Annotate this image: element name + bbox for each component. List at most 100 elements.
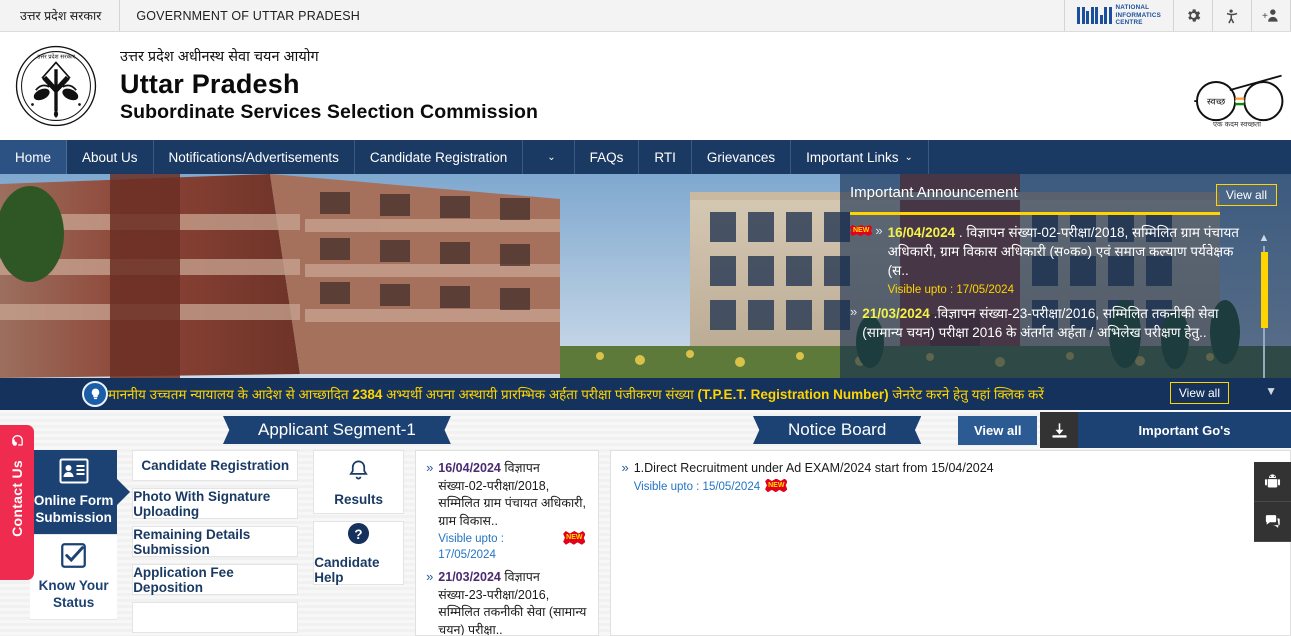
- notice-item[interactable]: » 16/04/2024 विज्ञापन संख्या-02-परीक्षा/…: [426, 460, 588, 563]
- up-government-emblem-icon: उत्तर प्रदेश सरकार: [14, 44, 98, 128]
- important-gos-title: Important Go's: [1078, 412, 1291, 448]
- announcement-item[interactable]: NEW » 16/04/2024 . विज्ञापन संख्या-02-पर…: [850, 223, 1251, 299]
- new-badge-icon: NEW: [850, 225, 873, 236]
- ticker-scroll-down-icon[interactable]: ▼: [1265, 384, 1277, 398]
- header-titles: उत्तर प्रदेश अधीनस्थ सेवा चयन आयोग Uttar…: [120, 46, 538, 125]
- contact-us-tab[interactable]: Contact Us: [0, 425, 34, 580]
- candidate-help-label: Candidate Help: [314, 554, 380, 585]
- bulb-icon: [82, 381, 108, 407]
- results-tile[interactable]: Results: [313, 450, 405, 514]
- nav-item-rti[interactable]: RTI: [639, 140, 692, 174]
- announcement-header: Important Announcement View all: [850, 184, 1277, 206]
- results-column: Results ? Candidate Help: [313, 450, 405, 636]
- ticker-mid: अभ्यर्थी अपना अस्थायी प्रारम्भिक अर्हता …: [382, 387, 698, 402]
- topbar-left-group: उत्तर प्रदेश सरकार GOVERNMENT OF UTTAR P…: [0, 0, 376, 31]
- headset-icon: [9, 433, 26, 454]
- nav-label: FAQs: [589, 149, 624, 165]
- check-box-icon: [60, 542, 87, 574]
- new-badge-icon: NEW: [765, 478, 788, 493]
- announcement-underline: [850, 212, 1220, 215]
- nav-item-faqs[interactable]: FAQs: [575, 140, 640, 174]
- announcement-list: NEW » 16/04/2024 . विज्ञापन संख्या-02-पर…: [850, 223, 1277, 378]
- announcement-view-all-button[interactable]: View all: [1215, 184, 1277, 206]
- page-title: Uttar Pradesh: [120, 69, 300, 100]
- segment-item-know-your-status[interactable]: Know Your Status: [30, 535, 118, 620]
- id-card-icon: [59, 458, 89, 489]
- news-ticker-bar: माननीय उच्चतम न्यायालय के आदेश से आच्छाद…: [0, 378, 1291, 410]
- nic-line-2: INFORMATICS: [1115, 11, 1161, 19]
- nav-label: Grievances: [706, 149, 776, 165]
- ticker-view-all-button[interactable]: View all: [1169, 382, 1229, 404]
- nav-item-important-links[interactable]: Important Links ⌄: [791, 140, 929, 174]
- segment-item-online-form-submission[interactable]: Online Form Submission: [30, 450, 118, 535]
- gov-name-english: GOVERNMENT OF UTTAR PRADESH: [136, 8, 361, 23]
- gov-name-hindi: उत्तर प्रदेश सरकार: [0, 0, 121, 31]
- accessibility-icon[interactable]: [1213, 0, 1252, 31]
- bell-icon: [347, 458, 370, 487]
- notice-item[interactable]: » 21/03/2024 विज्ञापन संख्या-23-परीक्षा/…: [426, 569, 588, 635]
- nav-label: RTI: [654, 149, 676, 165]
- gear-icon[interactable]: [1174, 0, 1213, 31]
- segment-label: Online Form Submission: [33, 492, 114, 525]
- topbar-right-group: NATIONAL INFORMATICS CENTRE +: [1064, 0, 1291, 31]
- nav-item-notifications[interactable]: Notifications/Advertisements: [154, 140, 355, 174]
- nav-item-dropdown-toggle[interactable]: ⌄: [523, 140, 575, 174]
- notice-visible-upto: Visible upto : 17/05/2024: [438, 533, 504, 562]
- nic-logo[interactable]: NATIONAL INFORMATICS CENTRE: [1064, 0, 1174, 31]
- scrollbar-thumb[interactable]: [1260, 252, 1268, 328]
- main-navigation: Home About Us Notifications/Advertisemen…: [0, 140, 1291, 174]
- nav-item-grievances[interactable]: Grievances: [692, 140, 792, 174]
- double-chevron-icon: »: [426, 569, 434, 585]
- results-label: Results: [334, 491, 384, 507]
- applicant-segment-menu: Online Form Submission Know Your Status: [30, 450, 118, 636]
- segment-label: Know Your Status: [38, 578, 109, 610]
- new-badge-icon: NEW: [563, 531, 586, 545]
- ticker-english: (T.P.E.T. Registration Number): [697, 387, 889, 402]
- double-chevron-icon: »: [621, 460, 629, 475]
- svg-text:+: +: [1262, 11, 1268, 22]
- go-text: 1.Direct Recruitment under Ad EXAM/2024 …: [633, 461, 994, 475]
- main-content: Applicant Segment-1 Notice Board View al…: [0, 410, 1291, 636]
- go-item[interactable]: » 1.Direct Recruitment under Ad EXAM/202…: [621, 460, 1280, 495]
- chevron-down-icon: ⌄: [904, 151, 913, 163]
- announcement-item[interactable]: » 21/03/2024 .विज्ञापन संख्या-23-परीक्षा…: [850, 304, 1251, 342]
- link-photo-signature-uploading[interactable]: Photo With Signature Uploading: [132, 488, 299, 519]
- government-topbar: उत्तर प्रदेश सरकार GOVERNMENT OF UTTAR P…: [0, 0, 1291, 32]
- ticker-post: जेनरेट करने हेतु यहां क्लिक करें: [888, 387, 1044, 402]
- chevron-down-icon: ⌄: [547, 151, 556, 163]
- link-remaining-details-submission[interactable]: Remaining Details Submission: [132, 526, 299, 557]
- chat-icon[interactable]: [1254, 502, 1291, 542]
- nav-label: Notifications/Advertisements: [168, 149, 339, 165]
- android-icon[interactable]: [1254, 462, 1291, 502]
- announcement-visible-upto: Visible upto : 17/05/2024: [887, 284, 1014, 297]
- svg-text:?: ?: [355, 526, 363, 541]
- notice-date: 16/04/2024: [438, 461, 501, 475]
- ticker-count: 2384: [352, 387, 383, 402]
- notice-board-panel: » 16/04/2024 विज्ञापन संख्या-02-परीक्षा/…: [415, 450, 600, 636]
- download-icon[interactable]: [1040, 412, 1078, 448]
- announcement-title: Important Announcement: [850, 184, 1018, 201]
- contact-us-label: Contact Us: [9, 460, 25, 537]
- nav-item-candidate-registration[interactable]: Candidate Registration: [355, 140, 524, 174]
- link-application-fee-deposition[interactable]: Application Fee Deposition: [132, 564, 299, 595]
- double-chevron-icon: »: [426, 460, 434, 475]
- nav-item-home[interactable]: Home: [0, 140, 68, 174]
- nav-label: Home: [15, 149, 52, 165]
- add-user-icon[interactable]: +: [1252, 0, 1291, 31]
- scrollbar-track[interactable]: [1260, 246, 1268, 378]
- link-additional[interactable]: [132, 602, 299, 633]
- nav-label: About Us: [82, 149, 138, 165]
- scroll-up-arrow-icon[interactable]: ▲: [1259, 233, 1270, 244]
- notice-board-view-all-button[interactable]: View all: [958, 416, 1038, 445]
- candidate-help-tile[interactable]: ? Candidate Help: [313, 521, 405, 585]
- applicant-segment-ribbon: Applicant Segment-1: [236, 416, 438, 444]
- nic-line-3: CENTRE: [1115, 19, 1143, 27]
- notice-date: 21/03/2024: [438, 570, 501, 585]
- announcement-scrollbar[interactable]: ▲ ▼: [1257, 233, 1271, 378]
- nav-label: Candidate Registration: [369, 149, 508, 165]
- ticker-message[interactable]: माननीय उच्चतम न्यायालय के आदेश से आच्छाद…: [108, 385, 1044, 403]
- question-circle-icon: ?: [347, 522, 370, 550]
- nav-item-about-us[interactable]: About Us: [67, 140, 154, 174]
- link-candidate-registration[interactable]: Candidate Registration: [132, 450, 299, 481]
- announcement-date: 16/04/2024: [887, 225, 956, 240]
